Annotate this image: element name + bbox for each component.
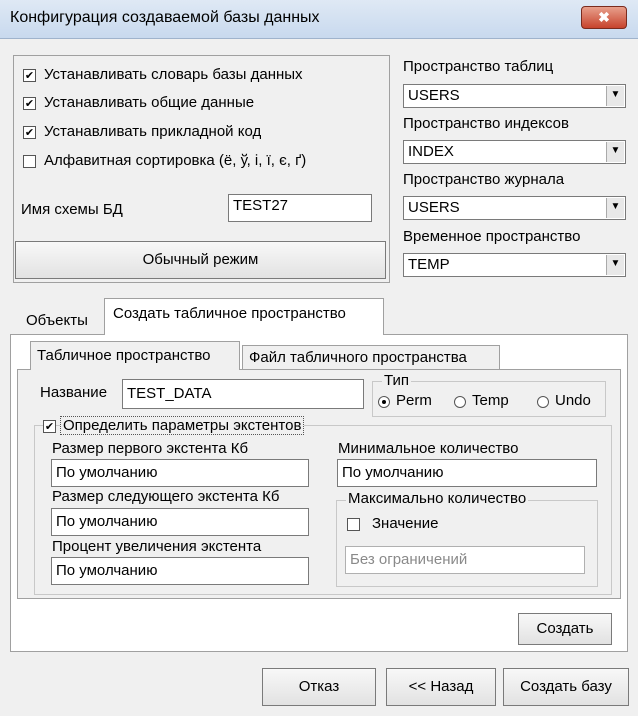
radio-temp-label: Temp	[472, 392, 509, 409]
increase-percent-input[interactable]: По умолчанию	[51, 557, 309, 585]
next-extent-input[interactable]: По умолчанию	[51, 508, 309, 536]
close-button[interactable]: ✖	[581, 6, 627, 29]
chevron-down-icon: ▼	[606, 255, 624, 275]
next-extent-label: Размер следующего экстента Кб	[52, 488, 280, 505]
max-value-label: Значение	[372, 515, 439, 532]
first-extent-label: Размер первого экстента Кб	[52, 440, 249, 457]
chevron-down-icon: ▼	[606, 198, 624, 218]
radio-perm-label: Perm	[396, 392, 432, 409]
label-install-app-code: Устанавливать прикладной код	[44, 123, 262, 140]
tab-objects[interactable]: Объекты	[20, 310, 94, 334]
tab-tablespace[interactable]: Табличное пространство	[30, 341, 240, 370]
min-count-label: Минимальное количество	[338, 440, 519, 457]
radio-undo[interactable]	[537, 396, 549, 408]
min-count-input[interactable]: По умолчанию	[337, 459, 597, 487]
tablespace-name-input[interactable]: TEST_DATA	[122, 379, 364, 409]
radio-temp[interactable]	[454, 396, 466, 408]
max-count-group-title: Максимально количество	[346, 490, 529, 507]
radio-perm[interactable]	[378, 396, 390, 408]
index-space-select[interactable]: INDEX ▼	[403, 140, 626, 164]
checkbox-install-dictionary[interactable]: ✔	[23, 69, 36, 82]
cancel-button[interactable]: Отказ	[262, 668, 376, 706]
define-extents-label: Определить параметры экстентов	[60, 416, 305, 435]
schema-name-input[interactable]: TEST27	[228, 194, 372, 222]
create-tablespace-button[interactable]: Создать	[518, 613, 612, 645]
back-button[interactable]: << Назад	[386, 668, 496, 706]
journal-space-value: USERS	[408, 199, 460, 216]
schema-name-label: Имя схемы БД	[21, 201, 123, 218]
radio-undo-label: Undo	[555, 392, 591, 409]
label-alphabetic-sort: Алфавитная сортировка (ё, ў, і, ї, є, ґ)	[44, 152, 307, 169]
max-count-input[interactable]: Без ограничений	[345, 546, 585, 574]
dialog-window: Конфигурация создаваемой базы данных ✖ ✔…	[0, 0, 638, 716]
window-title: Конфигурация создаваемой базы данных	[10, 9, 320, 26]
tab-tablespace-file[interactable]: Файл табличного пространства	[242, 345, 500, 369]
tables-space-value: USERS	[408, 87, 460, 104]
tab-create-tablespace[interactable]: Создать табличное пространство	[104, 298, 384, 335]
journal-space-select[interactable]: USERS ▼	[403, 196, 626, 220]
tables-space-select[interactable]: USERS ▼	[403, 84, 626, 108]
checkbox-install-app-code[interactable]: ✔	[23, 126, 36, 139]
normal-mode-button[interactable]: Обычный режим	[15, 241, 386, 279]
close-icon: ✖	[598, 9, 610, 25]
increase-percent-label: Процент увеличения экстента	[52, 538, 262, 555]
checkbox-alphabetic-sort[interactable]	[23, 155, 36, 168]
label-install-common-data: Устанавливать общие данные	[44, 94, 255, 111]
first-extent-input[interactable]: По умолчанию	[51, 459, 309, 487]
index-space-value: INDEX	[408, 143, 454, 160]
chevron-down-icon: ▼	[606, 86, 624, 106]
temp-space-value: TEMP	[408, 256, 450, 273]
label-install-dictionary: Устанавливать словарь базы данных	[44, 66, 303, 83]
temp-space-select[interactable]: TEMP ▼	[403, 253, 626, 277]
temp-space-label: Временное пространство	[403, 228, 581, 245]
checkbox-max-value[interactable]	[347, 518, 360, 531]
type-group-title: Тип	[382, 372, 412, 389]
checkbox-install-common-data[interactable]: ✔	[23, 97, 36, 110]
journal-space-label: Пространство журнала	[403, 171, 565, 188]
title-bar[interactable]: Конфигурация создаваемой базы данных ✖	[0, 0, 638, 39]
tablespace-name-label: Название	[40, 384, 108, 401]
chevron-down-icon: ▼	[606, 142, 624, 162]
index-space-label: Пространство индексов	[403, 115, 569, 132]
tables-space-label: Пространство таблиц	[403, 58, 554, 75]
checkbox-define-extents[interactable]: ✔	[43, 420, 56, 433]
create-database-button[interactable]: Создать базу	[503, 668, 629, 706]
